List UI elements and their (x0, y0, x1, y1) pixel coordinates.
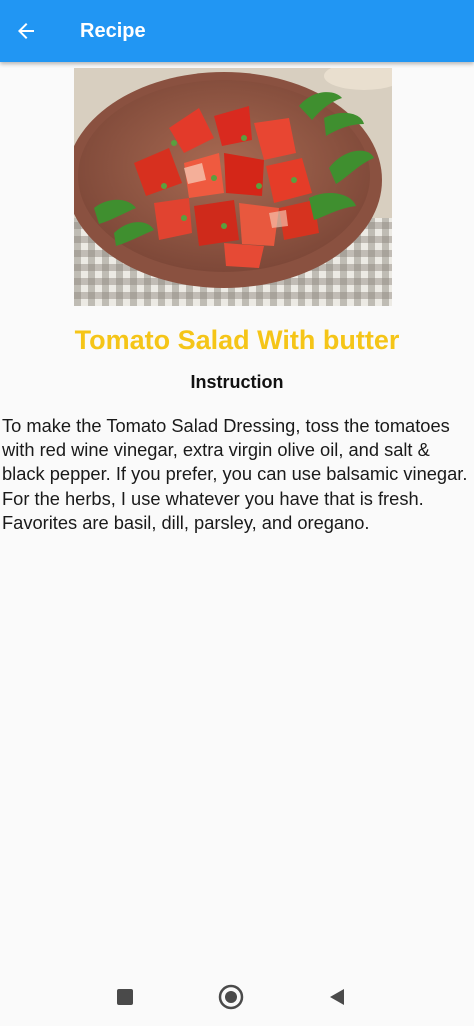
instruction-heading: Instruction (190, 372, 284, 392)
square-icon (117, 989, 133, 1005)
arrow-left-icon (18, 23, 34, 39)
system-back-button[interactable] (322, 982, 352, 1012)
instructions-text: To make the Tomato Salad Dressing, toss … (2, 415, 468, 533)
app-bar-title: Recipe (80, 19, 146, 42)
recents-button[interactable] (110, 982, 140, 1012)
recipe-screen: Recipe Tomato Salad With butter Instruct… (0, 0, 474, 1026)
recipe-image (74, 68, 392, 306)
recipe-title: Tomato Salad With butter (74, 325, 400, 355)
app-bar: Recipe (0, 0, 474, 62)
back-button[interactable] (0, 0, 52, 62)
circle-icon (218, 984, 244, 1010)
home-button[interactable] (216, 982, 246, 1012)
system-nav-bar (0, 968, 474, 1026)
triangle-back-icon (330, 989, 344, 1005)
